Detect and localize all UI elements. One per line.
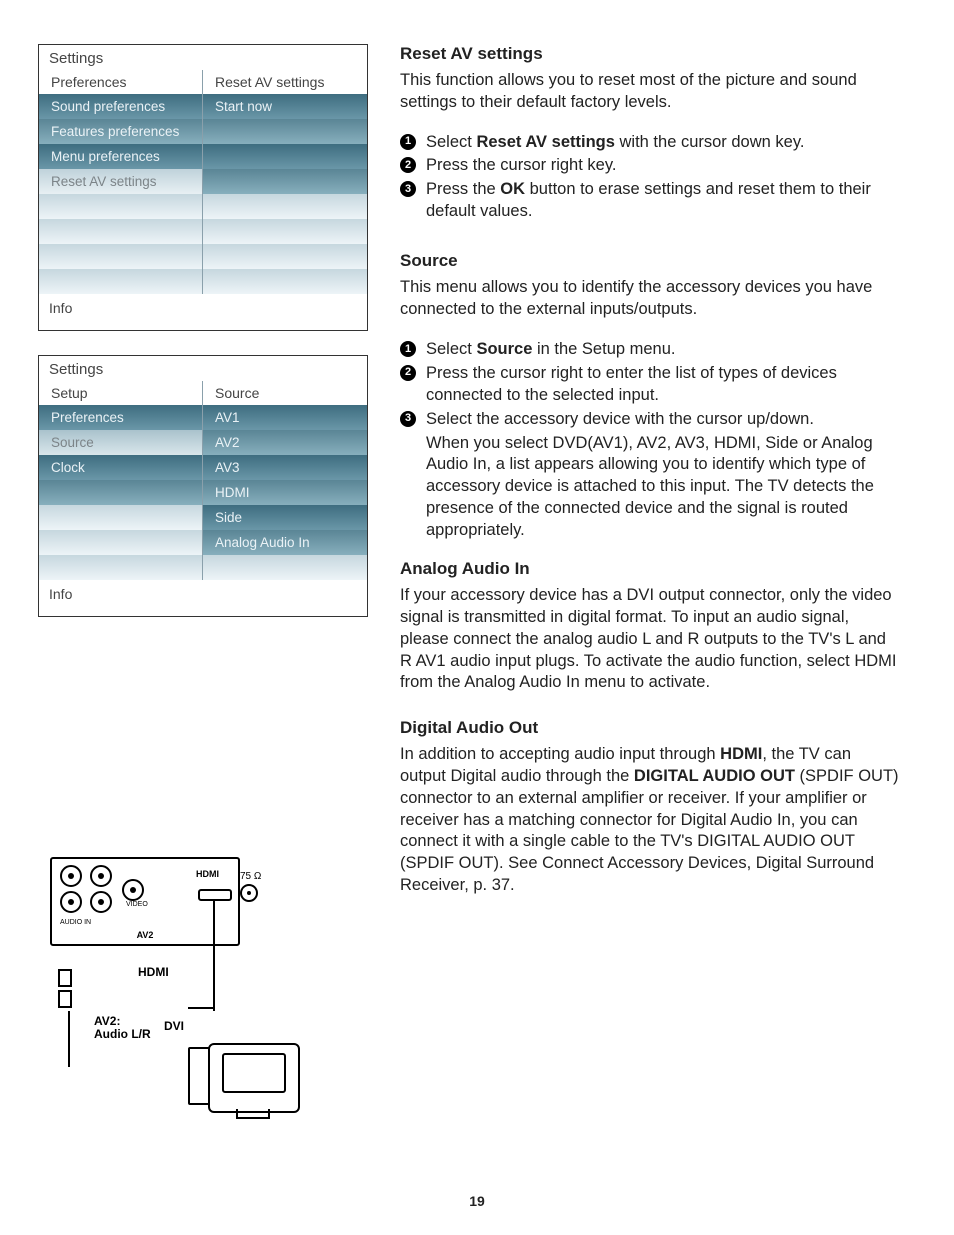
label-75ohm: 75 Ω [240,871,261,882]
step: 2Press the cursor right to enter the lis… [400,363,900,407]
monitor-stand-icon [236,1109,270,1119]
right-column: Reset AV settings This function allows y… [400,44,906,1157]
heading-digital-audio: Digital Audio Out [400,718,900,738]
menu-title: Settings [39,356,367,381]
label-av2-audio: AV2: Audio L/R [94,1015,151,1041]
paragraph: If your accessory device has a DVI outpu… [400,585,900,694]
step-number-icon: 3 [400,411,416,427]
label-hdmi-port: HDMI [196,869,219,879]
label-audio-in: AUDIO IN [60,919,112,926]
menu-item-selected[interactable]: Source [39,430,202,455]
rca-plug-icon [58,990,72,1008]
steps-source: 1Select Source in the Setup menu. 2Press… [400,339,900,431]
step-number-icon: 1 [400,134,416,150]
rca-jack-icon [60,865,82,887]
rca-jack-icon [60,891,82,913]
rca-jack-icon [90,891,112,913]
left-column: Settings Preferences Sound preferences F… [38,44,368,1157]
label-dvi-cable: DVI [164,1019,184,1033]
antenna-port: 75 Ω [240,871,261,902]
menu-title: Settings [39,45,367,70]
menu-item[interactable]: AV3 [203,455,367,480]
pc-tower-icon [188,1047,210,1105]
menu-item[interactable]: Clock [39,455,202,480]
step: 3Select the accessory device with the cu… [400,409,900,431]
heading-reset-av: Reset AV settings [400,44,900,64]
menu-item[interactable]: Analog Audio In [203,530,367,555]
menu-item[interactable]: Features preferences [39,119,202,144]
label-hdmi-cable: HDMI [138,965,169,979]
cable-icon [213,901,215,1011]
menu-item[interactable]: AV2 [203,430,367,455]
rca-plug-icon [58,969,72,987]
label-av2: AV2 [60,930,230,940]
paragraph: When you select DVD(AV1), AV2, AV3, HDMI… [400,433,900,542]
menu-reset-av: Settings Preferences Sound preferences F… [38,44,368,331]
hdmi-port-icon [198,889,232,901]
step-number-icon: 3 [400,181,416,197]
coax-jack-icon [240,884,258,902]
menu-item[interactable]: Menu preferences [39,144,202,169]
step: 1Select Reset AV settings with the curso… [400,132,900,154]
paragraph: This menu allows you to identify the acc… [400,277,900,321]
menu-item[interactable]: Sound preferences [39,94,202,119]
menu-source: Settings Setup Preferences Source Clock … [38,355,368,617]
paragraph: In addition to accepting audio input thr… [400,744,900,896]
pane-header: Setup [39,381,202,405]
menu-item[interactable]: AV1 [203,405,367,430]
paragraph: This function allows you to reset most o… [400,70,900,114]
page-number: 19 [0,1193,954,1209]
cable-icon [188,1007,215,1009]
step-number-icon: 2 [400,157,416,173]
menu-info: Info [39,580,367,616]
step: 3Press the OK button to erase settings a… [400,179,900,223]
menu-item[interactable]: HDMI [203,480,367,505]
step-number-icon: 1 [400,341,416,357]
menu-item[interactable]: Side [203,505,367,530]
menu-item-selected[interactable]: Reset AV settings [39,169,202,194]
step-number-icon: 2 [400,365,416,381]
steps-reset: 1Select Reset AV settings with the curso… [400,132,900,224]
pane-header: Reset AV settings [203,70,367,94]
pane-header: Preferences [39,70,202,94]
rca-jack-icon [90,865,112,887]
step: 1Select Source in the Setup menu. [400,339,900,361]
pc-monitor-icon [208,1043,300,1113]
pane-header: Source [203,381,367,405]
y-cable-icon [58,969,84,1043]
heading-analog-audio: Analog Audio In [400,559,900,579]
heading-source: Source [400,251,900,271]
menu-item[interactable]: Start now [203,94,367,119]
menu-item[interactable]: Preferences [39,405,202,430]
rca-jack-icon [122,879,144,901]
step: 2Press the cursor right key. [400,155,900,177]
menu-info: Info [39,294,367,330]
connection-diagram: AUDIO IN VIDEO AV2 HDMI 75 Ω HDMI [38,857,368,1157]
label-video: VIDEO [126,901,148,908]
